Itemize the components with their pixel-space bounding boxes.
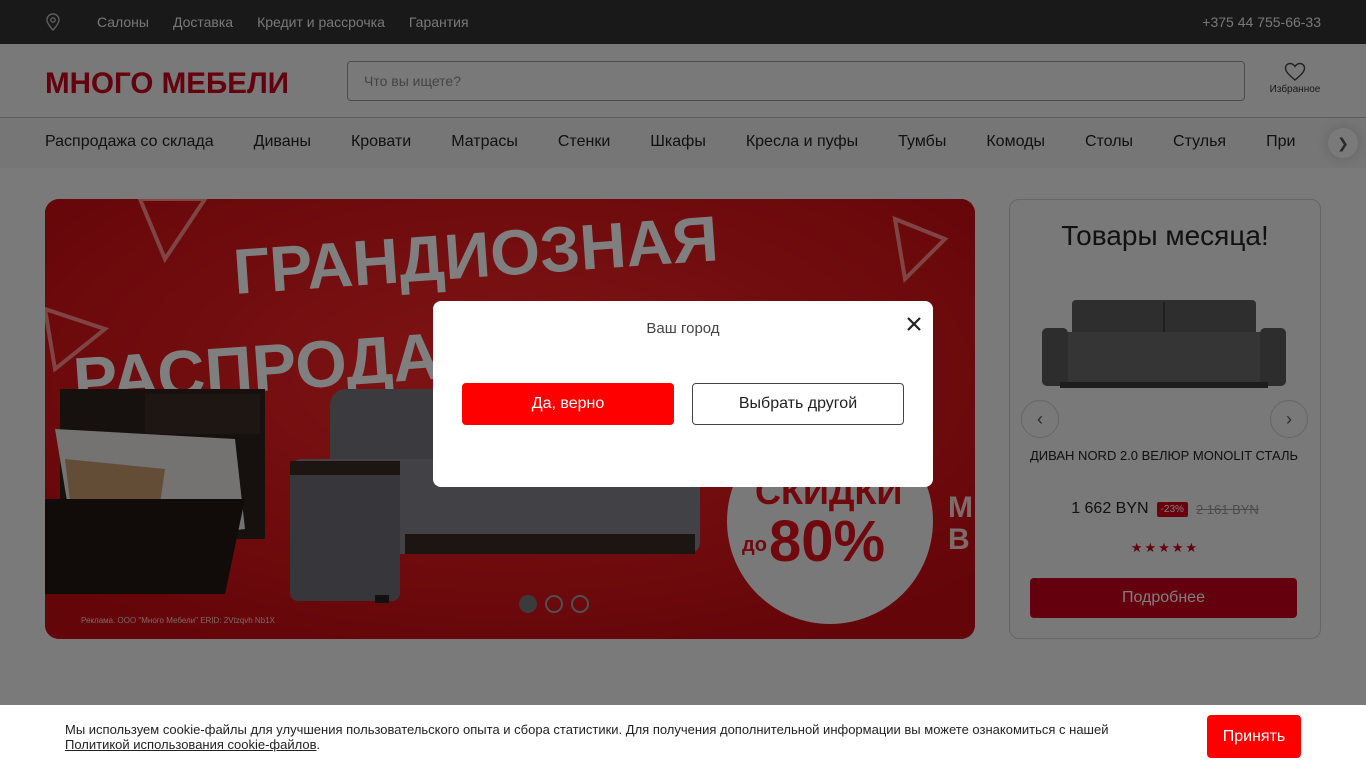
confirm-city-button[interactable]: Да, верно <box>462 383 674 425</box>
cookie-bar: Мы используем cookie-файлы для улучшения… <box>0 705 1366 768</box>
accept-cookies-button[interactable]: Принять <box>1207 715 1301 758</box>
city-modal-title: Ваш город <box>646 320 720 337</box>
close-icon[interactable] <box>903 313 925 335</box>
cookie-tail: . <box>316 737 321 752</box>
cookie-message: Мы используем cookie-файлы для улучшения… <box>65 722 1109 737</box>
cookie-policy-link[interactable]: Политикой использования cookie-файлов <box>65 737 316 752</box>
city-modal: Ваш город Да, верно Выбрать другой <box>433 301 933 487</box>
choose-city-button[interactable]: Выбрать другой <box>692 383 904 425</box>
cookie-text: Мы используем cookie-файлы для улучшения… <box>65 722 1175 752</box>
